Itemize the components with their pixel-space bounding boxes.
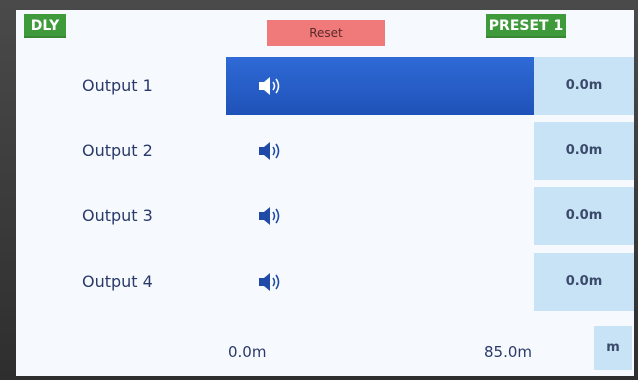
delay-value[interactable]: 0.0m [534,122,634,180]
scale-max-label: 85.0m [484,343,533,361]
delay-value[interactable]: 0.0m [534,187,634,245]
delay-value[interactable]: 0.0m [534,253,634,311]
output-label: Output 2 [82,141,153,160]
output-row-2[interactable]: Output 2 0.0m [16,122,634,180]
delay-value[interactable]: 0.0m [534,57,634,115]
mode-badge: DLY [24,14,66,38]
output-label: Output 1 [82,76,153,95]
output-row-4[interactable]: Output 4 0.0m [16,253,634,311]
preset-badge[interactable]: PRESET 1 [486,14,566,38]
speaker-icon[interactable] [258,75,284,97]
output-row-3[interactable]: Output 3 0.0m [16,187,634,245]
output-label: Output 4 [82,272,153,291]
touch-screen: DLY Reset PRESET 1 Output 1 0.0m Output … [16,10,634,376]
output-row-1[interactable]: Output 1 0.0m [16,57,634,115]
unit-toggle-button[interactable]: m [594,326,632,370]
speaker-icon[interactable] [258,205,284,227]
reset-button[interactable]: Reset [267,20,385,46]
output-label: Output 3 [82,206,153,225]
speaker-icon[interactable] [258,140,284,162]
speaker-icon[interactable] [258,271,284,293]
scale-min-label: 0.0m [228,343,267,361]
